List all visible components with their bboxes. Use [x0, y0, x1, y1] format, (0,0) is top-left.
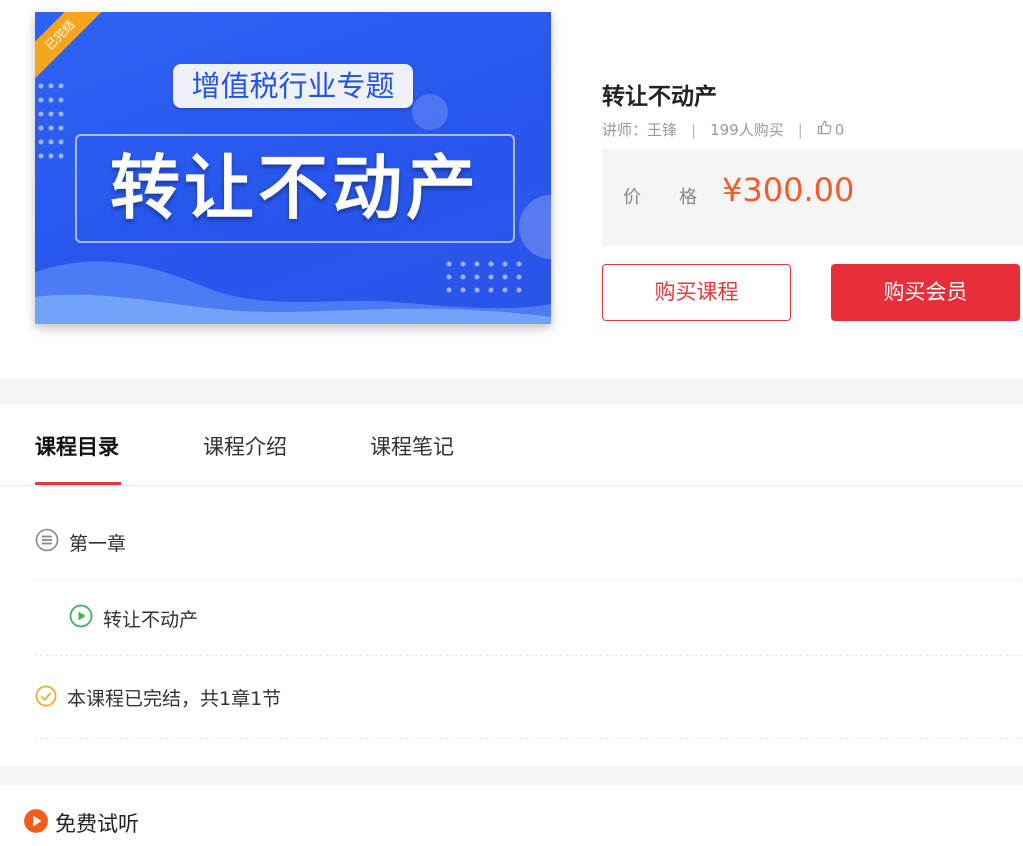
buyer-count: 199人购买: [710, 121, 784, 139]
thumbs-up-icon[interactable]: [817, 120, 832, 139]
section-divider: [0, 378, 1023, 405]
buy-member-button[interactable]: 购买会员: [831, 264, 1020, 321]
tab-catalog[interactable]: 课程目录: [35, 431, 119, 461]
cover-subtitle: 增值税行业专题: [173, 64, 413, 108]
section-divider: [0, 766, 1023, 785]
cover-title: 转让不动产: [110, 147, 480, 229]
teacher-name: 讲师：王锋: [602, 121, 678, 139]
price-label: 价格: [623, 187, 735, 208]
lesson-row[interactable]: 转让不动产: [35, 581, 1023, 656]
price-box: 价格 ¥300.00: [602, 149, 1023, 246]
course-meta: 讲师：王锋 | 199人购买 | 0: [602, 119, 844, 140]
course-status-text: 本课程已完结，共1章1节: [67, 688, 282, 710]
course-status-row: 本课程已完结，共1章1节: [35, 657, 1023, 739]
course-title: 转让不动产: [602, 84, 717, 110]
buy-course-button[interactable]: 购买课程: [602, 264, 791, 321]
like-count: 0: [834, 120, 845, 139]
play-icon: [69, 604, 93, 632]
chapter-row[interactable]: 第一章: [35, 505, 1023, 580]
course-cover-image[interactable]: 已完结 增值税行业专题 转让不动产: [35, 12, 551, 324]
list-icon: [35, 528, 59, 556]
price-value: ¥300.00: [722, 171, 855, 209]
chapter-title: 第一章: [69, 532, 127, 555]
tab-introduction[interactable]: 课程介绍: [203, 431, 287, 461]
check-circle-icon: [35, 685, 57, 711]
free-trial-header[interactable]: 免费试听: [23, 808, 139, 838]
course-header: 已完结 增值税行业专题 转让不动产 转让不动产 讲师：王锋 | 199人购买 |…: [0, 0, 1023, 378]
meta-separator: |: [797, 120, 803, 139]
course-tabs: 课程目录 课程介绍 课程笔记: [0, 405, 1023, 486]
tab-notes[interactable]: 课程笔记: [370, 431, 454, 461]
meta-separator: |: [691, 120, 697, 139]
play-circle-icon: [23, 808, 49, 838]
lesson-title: 转让不动产: [103, 608, 199, 631]
active-tab-indicator: [35, 482, 121, 485]
free-trial-label: 免费试听: [55, 812, 139, 836]
